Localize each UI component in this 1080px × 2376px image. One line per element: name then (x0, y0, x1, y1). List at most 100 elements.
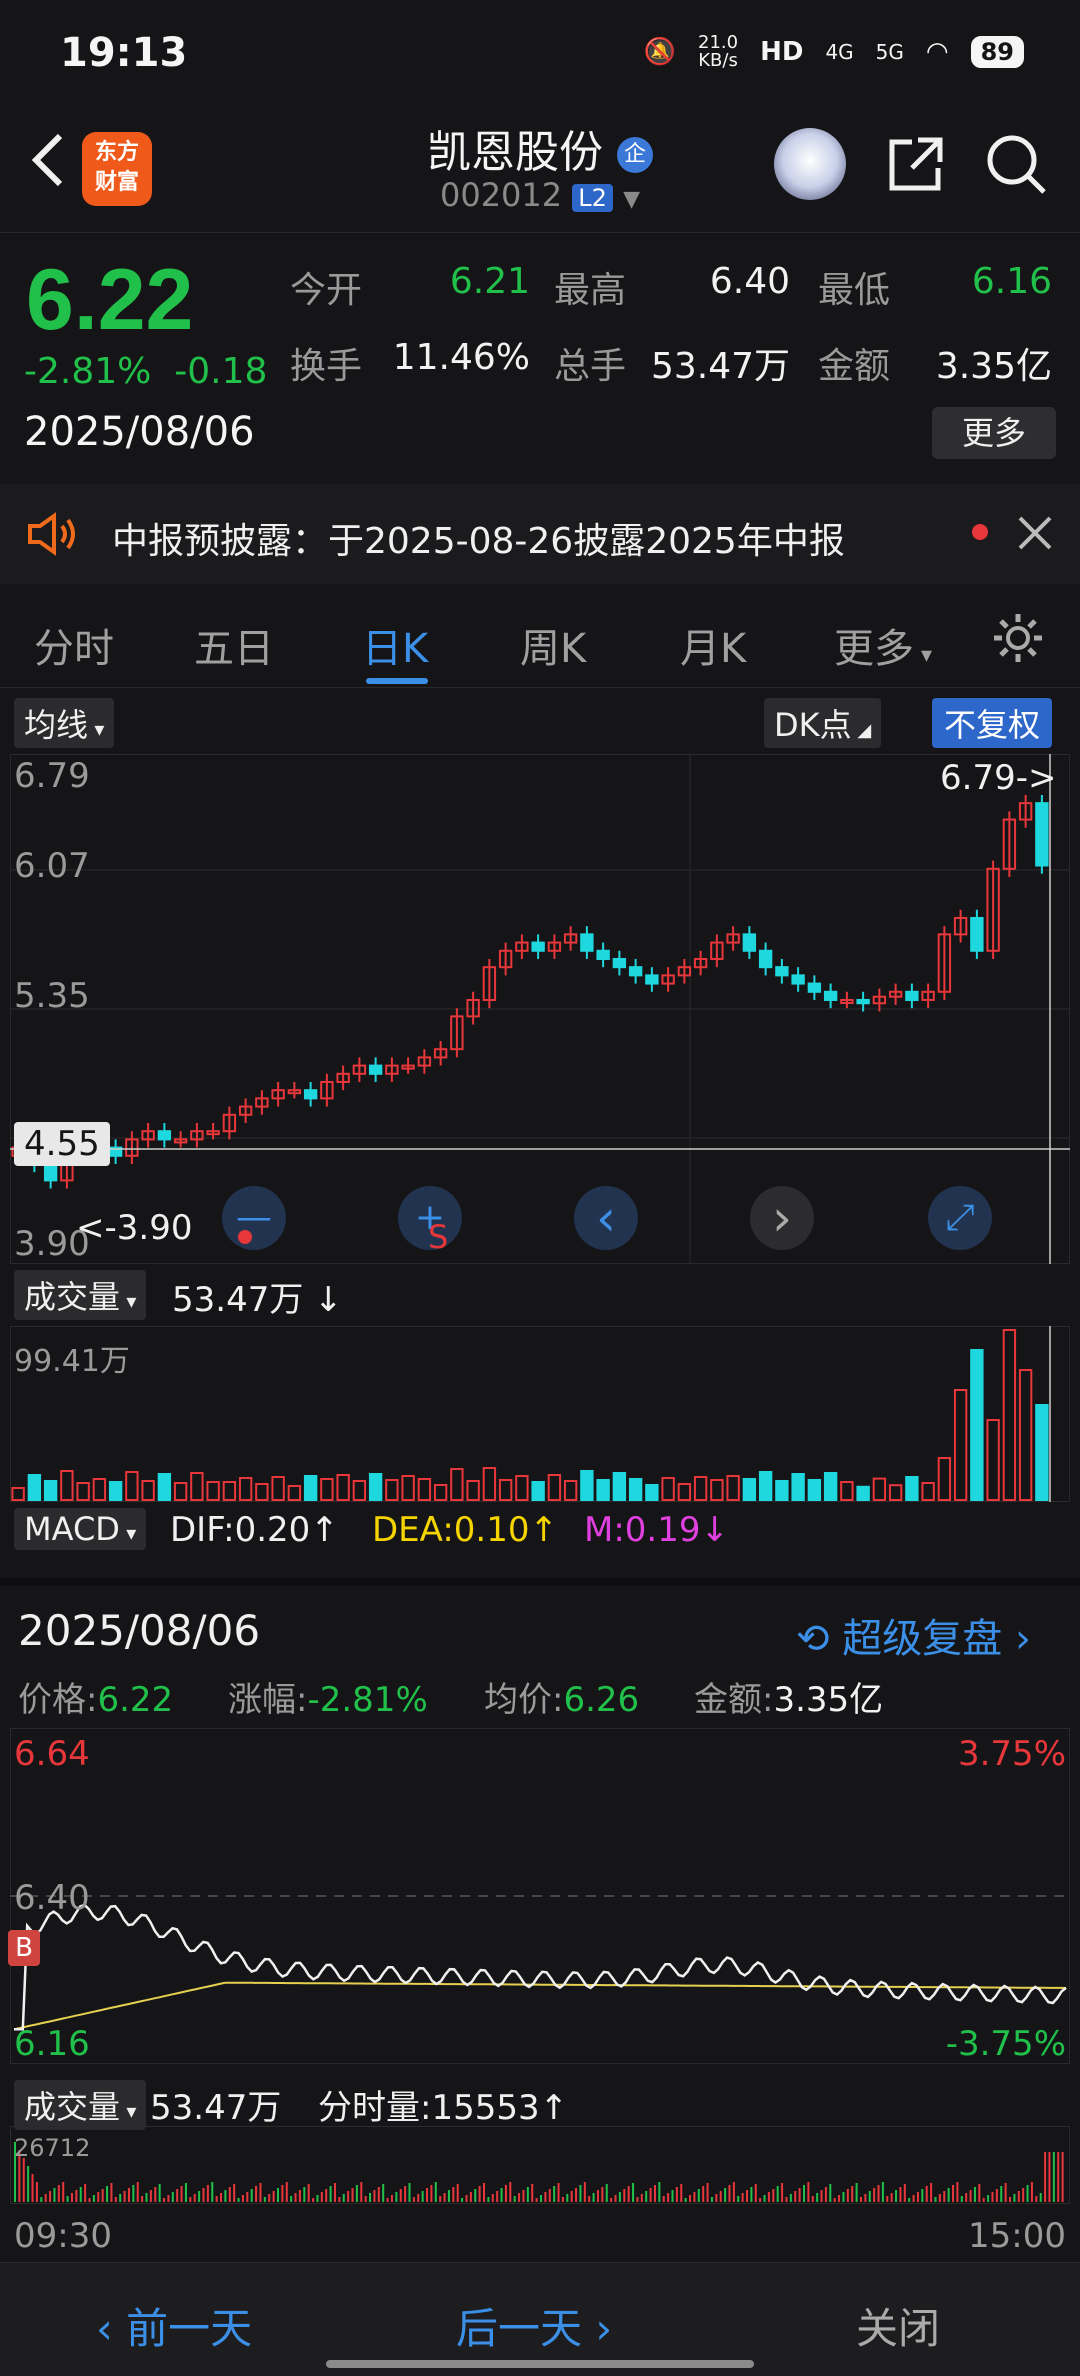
intraday-volume-bar (763, 2195, 766, 2202)
volume-bar (303, 1475, 318, 1501)
cursor-price-tag: 4.55 (14, 1122, 110, 1166)
buy-marker[interactable]: B (8, 1930, 40, 1966)
intraday-volume-bar (483, 2183, 486, 2202)
intraday-volume-bar (557, 2183, 560, 2202)
intraday-volume-bar (215, 2196, 218, 2202)
quote-panel: 6.22 -2.81% -0.18 2025/08/06 今开 6.21 最高 … (0, 232, 1080, 482)
tab-monthly-k[interactable]: 月K (680, 616, 746, 674)
intraday-volume-bar (1004, 2183, 1007, 2202)
more-stats-button[interactable]: 更多 (932, 407, 1056, 459)
intraday-volume-bar (31, 2174, 34, 2202)
volume-bar (953, 1389, 968, 1501)
volume-bar (726, 1475, 740, 1501)
volume-indicator-selector[interactable]: 成交量 ▾ (14, 1270, 147, 1320)
ma-selector[interactable]: 均线 ▾ (14, 698, 115, 748)
candle-body (368, 1064, 383, 1075)
intraday-volume-bar (386, 2198, 389, 2202)
day-price: 价格:6.22 (18, 1680, 174, 1720)
volume-bar (872, 1477, 887, 1502)
macd-selector[interactable]: MACD ▾ (14, 1508, 147, 1550)
volume-bar (677, 1483, 692, 1501)
zoom-out-button[interactable]: — (222, 1186, 286, 1250)
volume-bar (27, 1474, 42, 1501)
intraday-volume-bar (886, 2196, 889, 2202)
tab-five-day[interactable]: 五日 (194, 616, 274, 674)
intraday-volume-bar (329, 2186, 332, 2202)
intraday-volume-bar (759, 2198, 762, 2202)
scroll-right-button[interactable]: › (750, 1186, 814, 1250)
volume-bar (986, 1419, 1000, 1501)
adjust-type-button[interactable]: 不复权 (932, 698, 1053, 748)
intraday-volume-bar (767, 2192, 770, 2202)
intraday-volume-bar (237, 2198, 240, 2202)
intraday-volume-bar (579, 2185, 582, 2202)
intraday-volume-bar (965, 2193, 968, 2202)
intraday-volume-bar (728, 2185, 731, 2202)
tab-intraday[interactable]: 分时 (34, 616, 114, 674)
intraday-volume-bar (987, 2195, 990, 2202)
intraday-volume-bar (268, 2194, 271, 2202)
intraday-volume-bar (461, 2198, 464, 2202)
intraday-volume-bar (338, 2197, 341, 2202)
volume-bar (173, 1482, 188, 1501)
intraday-volume-bar (776, 2186, 779, 2202)
intraday-volume-bar (430, 2185, 433, 2202)
share-icon[interactable] (884, 132, 948, 196)
intraday-volume-bar (84, 2184, 87, 2202)
volume-bar (645, 1484, 659, 1501)
intraday-volume-bar (228, 2187, 231, 2202)
kline-chart[interactable] (10, 754, 1070, 1264)
time-end-label: 15:00 (968, 2216, 1066, 2256)
last-price: 6.22 (26, 252, 194, 348)
assistant-robot-icon[interactable] (774, 128, 846, 200)
intraday-volume-bar (737, 2196, 740, 2202)
l2-badge: L2 (572, 184, 613, 212)
intraday-volume-bar (649, 2188, 652, 2202)
prev-day-button[interactable]: ‹ 前一天 (96, 2295, 252, 2356)
intraday-volume-bar (522, 2190, 525, 2202)
intraday-chart[interactable] (10, 1728, 1070, 2064)
intraday-volume-bar (746, 2190, 749, 2202)
tab-weekly-k[interactable]: 周K (520, 616, 586, 674)
intraday-volume-bar (938, 2194, 941, 2202)
intraday-volume-bar (982, 2198, 985, 2202)
intraday-y-bot: 6.16 (14, 2024, 90, 2064)
notice-bar[interactable]: 中报预披露：于2025-08-26披露2025年中报 (0, 484, 1080, 584)
settings-gear-icon[interactable] (990, 610, 1046, 666)
amount-value: 3.35亿 (935, 346, 1052, 387)
intraday-volume-bar (364, 2196, 367, 2202)
high-value: 6.40 (709, 261, 790, 302)
intraday-volume-bar (496, 2191, 499, 2202)
intraday-volume-bar (478, 2186, 481, 2202)
tab-daily-k[interactable]: 日K (362, 616, 428, 674)
intraday-volume-bar (211, 2182, 214, 2202)
candle-body (612, 957, 627, 969)
dk-point-selector[interactable]: DK点 ◢ (764, 698, 882, 748)
intraday-volume-bar (447, 2190, 450, 2202)
volume-bar (758, 1471, 773, 1501)
intraday-volume-bar (912, 2195, 915, 2202)
intraday-volume-bar (27, 2166, 30, 2202)
intraday-volume-selector[interactable]: 成交量 ▾ (14, 2080, 147, 2130)
intraday-volume-bar (106, 2186, 109, 2202)
intraday-volume-bar (119, 2194, 122, 2202)
volume-bar (921, 1482, 935, 1501)
super-replay-link[interactable]: ⟲ 超级复盘 › (796, 1606, 1031, 1664)
max-price-tag: 6.79-> (940, 758, 1057, 798)
intraday-volume-bar (154, 2187, 157, 2202)
volume-bar (401, 1475, 415, 1501)
close-icon[interactable] (1016, 514, 1054, 552)
next-day-button[interactable]: 后一天 › (456, 2295, 612, 2356)
intraday-volume-bar (570, 2191, 573, 2202)
intraday-volume-bar (184, 2183, 187, 2202)
tab-more[interactable]: 更多 ▾ (834, 616, 932, 674)
volume-bar (336, 1474, 350, 1501)
close-button[interactable]: 关闭 (856, 2295, 940, 2356)
intraday-volume-bar (864, 2194, 867, 2202)
search-icon[interactable] (984, 132, 1048, 196)
volume-bar (368, 1473, 383, 1501)
intraday-volume-bar (873, 2188, 876, 2202)
fullscreen-button[interactable]: ⤢ (928, 1186, 992, 1250)
time-start-label: 09:30 (14, 2216, 112, 2256)
scroll-left-button[interactable]: ‹ (574, 1186, 638, 1250)
